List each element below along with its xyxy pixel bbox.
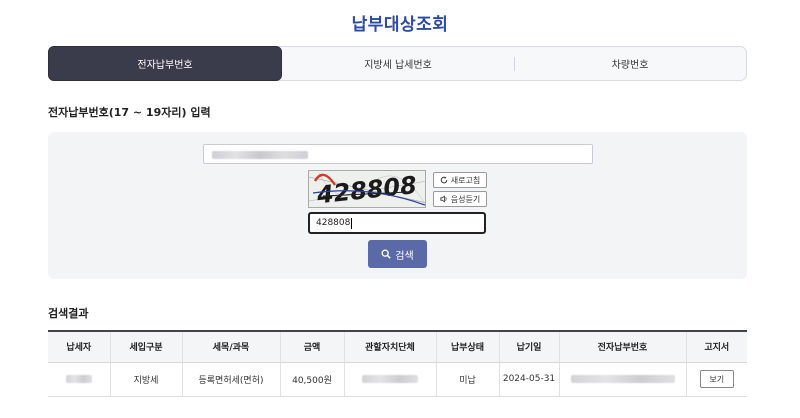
search-icon [381, 249, 391, 259]
col-notice: 고지서 [686, 331, 747, 363]
col-tax-item: 세목/과목 [182, 331, 281, 363]
page: 납부대상조회 전자납부번호 지방세 납세번호 차량번호 전자납부번호(17 ~ … [0, 0, 800, 418]
payment-number-input[interactable] [203, 144, 593, 164]
search-panel: 428808 새로고침 음성듣기 428808 검색 [48, 132, 747, 279]
cell-taxpayer [48, 362, 111, 397]
table-row: 지방세 등록면허세(면허) 40,500원 미납 2024-05-31 보기 [48, 362, 747, 397]
cell-tax-item: 등록면허세(면허) [182, 362, 281, 397]
col-electronic-number: 전자납부번호 [559, 331, 687, 363]
captcha-refresh-button[interactable]: 새로고침 [433, 172, 487, 188]
cell-revenue-type: 지방세 [110, 362, 183, 397]
table-header-row: 납세자 세입구분 세목/과목 금액 관할자치단체 납부상태 납기일 전자납부번호… [48, 331, 747, 363]
masked-value [212, 151, 308, 159]
tab-bar: 전자납부번호 지방세 납세번호 차량번호 [48, 46, 747, 81]
cell-notice: 보기 [686, 362, 747, 397]
captcha-image: 428808 [308, 170, 426, 208]
cell-jurisdiction [344, 362, 437, 397]
refresh-icon [440, 176, 448, 184]
cell-due-date: 2024-05-31 [499, 362, 560, 397]
cell-payment-status: 미납 [436, 362, 500, 397]
view-notice-button[interactable]: 보기 [699, 370, 734, 388]
cell-electronic-number [559, 362, 687, 397]
col-taxpayer: 납세자 [48, 331, 111, 363]
cell-amount: 40,500원 [280, 362, 345, 397]
tab-local-tax-number[interactable]: 지방세 납세번호 [282, 47, 514, 80]
tab-electronic-payment-number[interactable]: 전자납부번호 [48, 46, 282, 81]
col-due-date: 납기일 [499, 331, 560, 363]
captcha-audio-label: 음성듣기 [450, 194, 481, 204]
page-title: 납부대상조회 [351, 15, 449, 35]
results-table: 납세자 세입구분 세목/과목 금액 관할자치단체 납부상태 납기일 전자납부번호… [48, 330, 747, 397]
text-caret [351, 217, 353, 229]
search-button-label: 검색 [395, 250, 414, 262]
captcha-refresh-label: 새로고침 [450, 175, 481, 185]
results-label: 검색결과 [48, 307, 89, 320]
captcha-input-value: 428808 [316, 218, 351, 228]
search-button[interactable]: 검색 [368, 240, 427, 268]
col-amount: 금액 [280, 331, 345, 363]
captcha-text: 428808 [315, 171, 419, 208]
input-section-label: 전자납부번호(17 ~ 19자리) 입력 [48, 106, 211, 119]
col-revenue-type: 세입구분 [110, 331, 183, 363]
col-payment-status: 납부상태 [436, 331, 500, 363]
tab-vehicle-number[interactable]: 차량번호 [514, 47, 746, 80]
col-jurisdiction: 관할자치단체 [344, 331, 437, 363]
captcha-input[interactable]: 428808 [308, 212, 486, 234]
captcha-audio-button[interactable]: 음성듣기 [433, 191, 487, 207]
speaker-icon [440, 195, 447, 203]
